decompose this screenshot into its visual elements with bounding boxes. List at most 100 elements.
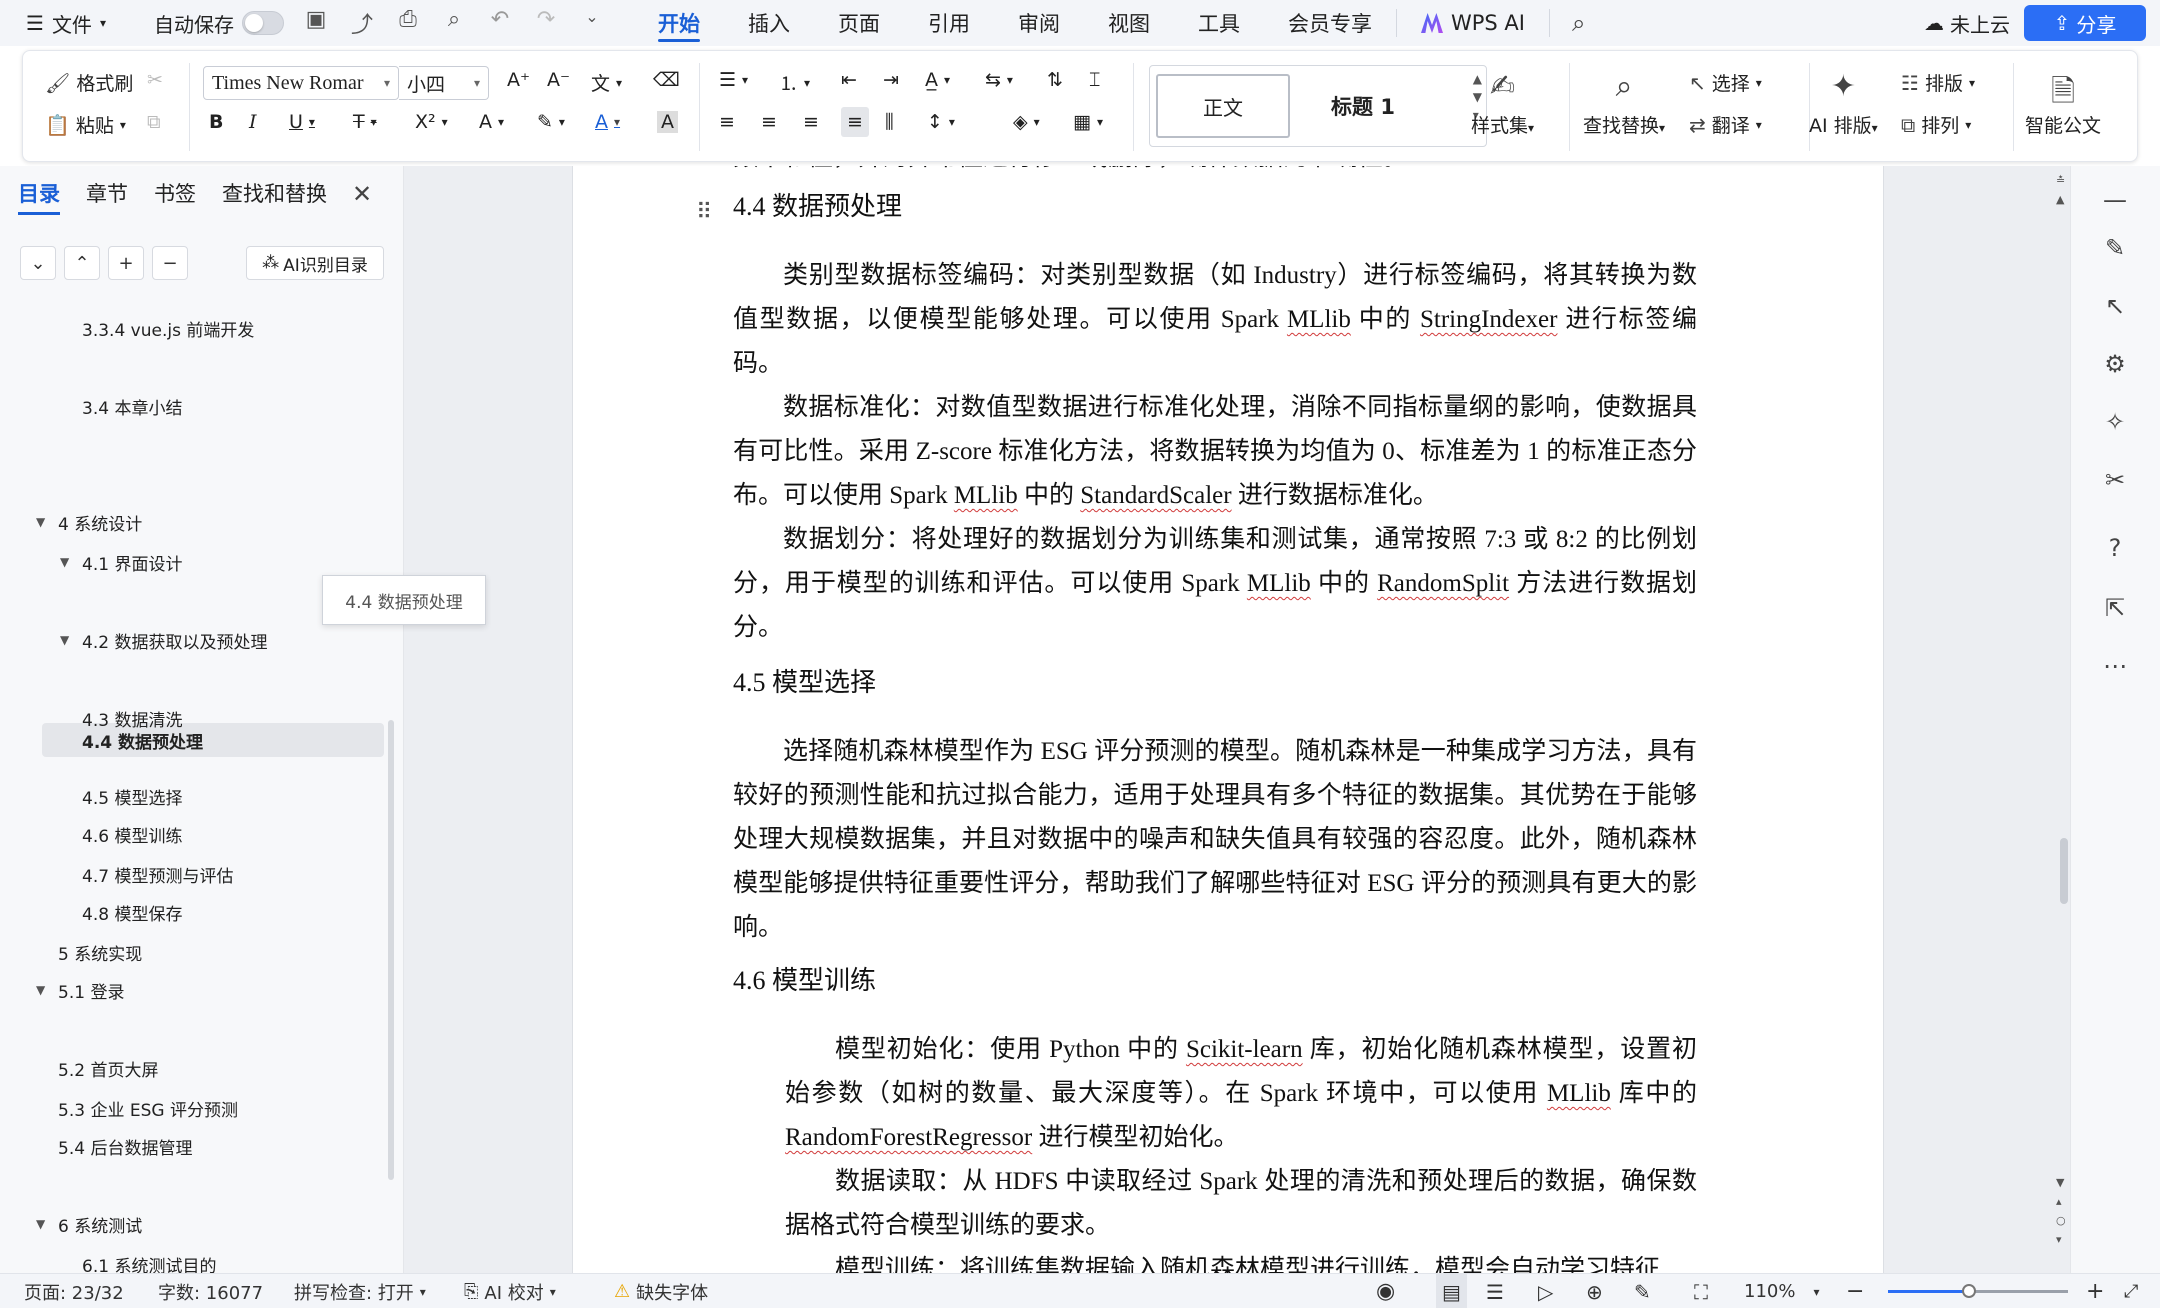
distribute-icon[interactable]: ⫼ <box>885 111 894 133</box>
translate-button[interactable]: ⇄ 翻译 ▾ <box>1689 111 1762 138</box>
decrease-indent-icon[interactable]: ⇤ <box>841 69 857 91</box>
border-icon[interactable]: ▦ ▾ <box>1073 111 1103 133</box>
toc-item[interactable]: 4.7 模型预测与评估 <box>82 858 233 890</box>
web-view-icon[interactable]: ⊕ <box>1586 1274 1603 1308</box>
document-scrollbar-thumb[interactable] <box>2060 838 2068 904</box>
grow-font-icon[interactable]: A⁺ <box>507 69 530 91</box>
toc-item[interactable]: 5.3 企业 ESG 评分预测 <box>58 1092 238 1124</box>
text-direction-icon[interactable]: A̲ ▾ <box>925 69 950 91</box>
toc-item[interactable]: 5.4 后台数据管理 <box>58 1130 192 1162</box>
page-count[interactable]: 页面: 23/32 <box>24 1274 124 1308</box>
toc-item[interactable]: ▼ 4.1 界面设计 <box>60 546 182 578</box>
numbered-list-icon[interactable]: ⒈ ▾ <box>779 69 810 96</box>
font-size-select[interactable]: 小四 ▾ <box>399 66 489 100</box>
search-icon[interactable]: ⌕ <box>1550 9 1585 37</box>
sort-icon[interactable]: ⇅ <box>1047 69 1063 91</box>
expand-triangle-icon[interactable]: ▼ <box>36 983 52 997</box>
fit-page-icon[interactable]: ⛶ <box>1694 1274 1708 1308</box>
clear-format-icon[interactable]: ⌫ <box>653 69 680 91</box>
file-menu[interactable]: ☰ 文件 ▾ <box>0 0 142 46</box>
toc-item[interactable]: 5.2 首页大屏 <box>58 1052 158 1084</box>
style-set-button[interactable]: ✍ 样式集▾ <box>1471 69 1534 138</box>
expand-down-icon[interactable]: ⌄ <box>20 246 56 280</box>
wps-ai-button[interactable]: WPS AI <box>1396 9 1550 37</box>
shrink-font-icon[interactable]: A⁻ <box>547 69 570 91</box>
justify-icon[interactable]: ≡ <box>841 107 869 137</box>
zoom-slider-knob[interactable] <box>1962 1284 1976 1298</box>
toc-item[interactable]: 4.5 模型选择 <box>82 780 182 812</box>
more-icon[interactable]: ⋯ <box>2097 648 2133 684</box>
tab-page[interactable]: 页面 <box>814 0 904 46</box>
adjust-icon[interactable]: ⚙ <box>2097 346 2133 382</box>
missing-font-button[interactable]: ⚠ 缺失字体 <box>614 1274 708 1308</box>
expand-triangle-icon[interactable]: ▼ <box>36 515 52 529</box>
expand-triangle-icon[interactable]: ▼ <box>60 555 76 569</box>
play-icon[interactable]: ▷ <box>1538 1274 1553 1308</box>
bold-icon[interactable]: B <box>209 111 223 133</box>
export-icon[interactable]: ⤴ <box>348 7 376 39</box>
superscript-icon[interactable]: X² ▾ <box>415 111 448 133</box>
style-heading1[interactable]: 标题 1 <box>1296 74 1430 138</box>
share-tool-icon[interactable]: ⇱ <box>2097 590 2133 626</box>
outline-view-icon[interactable]: ☰ <box>1486 1274 1504 1308</box>
minimize-icon[interactable]: — <box>2097 182 2133 218</box>
expand-triangle-icon[interactable]: ▼ <box>60 633 76 647</box>
tab-member[interactable]: 会员专享 <box>1264 0 1396 46</box>
expand-triangle-icon[interactable]: ▼ <box>36 1217 52 1231</box>
bullet-list-icon[interactable]: ☰ ▾ <box>719 69 748 91</box>
align-right-icon[interactable]: ≡ <box>803 111 819 133</box>
strikethrough-icon[interactable]: T ▾ <box>353 111 377 133</box>
underline-icon[interactable]: U ▾ <box>289 111 315 133</box>
more-chevron-icon[interactable]: ⌄ <box>578 7 606 39</box>
redo-icon[interactable]: ↷ <box>532 7 560 39</box>
highlight-icon[interactable]: ✎ ▾ <box>537 111 565 133</box>
tab-review[interactable]: 审阅 <box>994 0 1084 46</box>
smart-doc-button[interactable]: 🗎 智能公文 <box>2025 69 2101 138</box>
align-center-icon[interactable]: ≡ <box>761 111 777 133</box>
tab-insert[interactable]: 插入 <box>724 0 814 46</box>
collapse-up-icon[interactable]: ⌃ <box>64 246 100 280</box>
increase-indent-icon[interactable]: ⇥ <box>883 69 899 91</box>
close-icon[interactable]: ✕ <box>352 180 372 208</box>
remove-icon[interactable]: − <box>152 246 188 280</box>
print-icon[interactable]: ⎙ <box>394 7 422 39</box>
autosave-toggle[interactable]: 自动保存 <box>142 0 284 46</box>
find-replace-button[interactable]: ⌕ 查找替换▾ <box>1583 69 1665 138</box>
undo-icon[interactable]: ↶ <box>486 7 514 39</box>
toc-item[interactable]: ▼ 6 系统测试 <box>36 1208 142 1240</box>
show-marks-icon[interactable]: ⌶ <box>1089 69 1100 91</box>
toc-item[interactable]: 3.3.4 vue.js 前端开发 <box>82 312 254 344</box>
toc-item[interactable]: 3.4 本章小结 <box>82 390 182 422</box>
page-view-icon[interactable]: ▤ <box>1436 1274 1467 1308</box>
toc-item[interactable]: 4.8 模型保存 <box>82 896 182 928</box>
select-button[interactable]: ↖ 选择 ▾ <box>1689 69 1762 96</box>
eye-icon[interactable]: ◉ <box>1376 1274 1395 1308</box>
autosave-switch[interactable] <box>242 11 284 35</box>
block-drag-handle-icon[interactable]: ⠿ <box>696 200 712 225</box>
style-normal[interactable]: 正文 <box>1156 74 1290 138</box>
copy-icon[interactable]: ⧉ <box>147 111 161 133</box>
paste-button[interactable]: 📋 粘贴 ▾ <box>45 111 126 138</box>
toc-item[interactable]: ▼ 5.1 登录 <box>36 974 124 1006</box>
italic-icon[interactable]: I <box>249 111 257 133</box>
tab-view[interactable]: 视图 <box>1084 0 1174 46</box>
share-button[interactable]: ⇪ 分享 <box>2024 5 2146 41</box>
scroll-up-arrows[interactable]: ≛ ▲ <box>2056 174 2065 206</box>
add-icon[interactable]: + <box>108 246 144 280</box>
layout-button[interactable]: ☷ 排版 ▾ <box>1901 69 1975 96</box>
char-shading-icon[interactable]: A <box>657 111 678 133</box>
print-preview-icon[interactable]: ⌕ <box>440 7 468 39</box>
help-icon[interactable]: ? <box>2097 530 2133 566</box>
tools-icon[interactable]: ✂ <box>2097 462 2133 498</box>
tab-reference[interactable]: 引用 <box>904 0 994 46</box>
save-icon[interactable]: ▣ <box>302 7 330 39</box>
nav-tab-toc[interactable]: 目录 <box>18 178 60 215</box>
ai-check-button[interactable]: ⎘ AI 校对 ▾ <box>464 1274 556 1308</box>
line-spacing-convert-icon[interactable]: ⇆ ▾ <box>985 69 1013 91</box>
tab-home[interactable]: 开始 <box>634 0 724 46</box>
nav-tab-find-replace[interactable]: 查找和替换 <box>222 178 327 215</box>
toc-item[interactable]: 5 系统实现 <box>58 936 142 968</box>
ai-toc-button[interactable]: ⁂ AI识别目录 <box>246 246 384 280</box>
zoom-in-icon[interactable]: + <box>2086 1274 2104 1308</box>
ai-layout-button[interactable]: ✦ AI 排版▾ <box>1809 69 1878 138</box>
